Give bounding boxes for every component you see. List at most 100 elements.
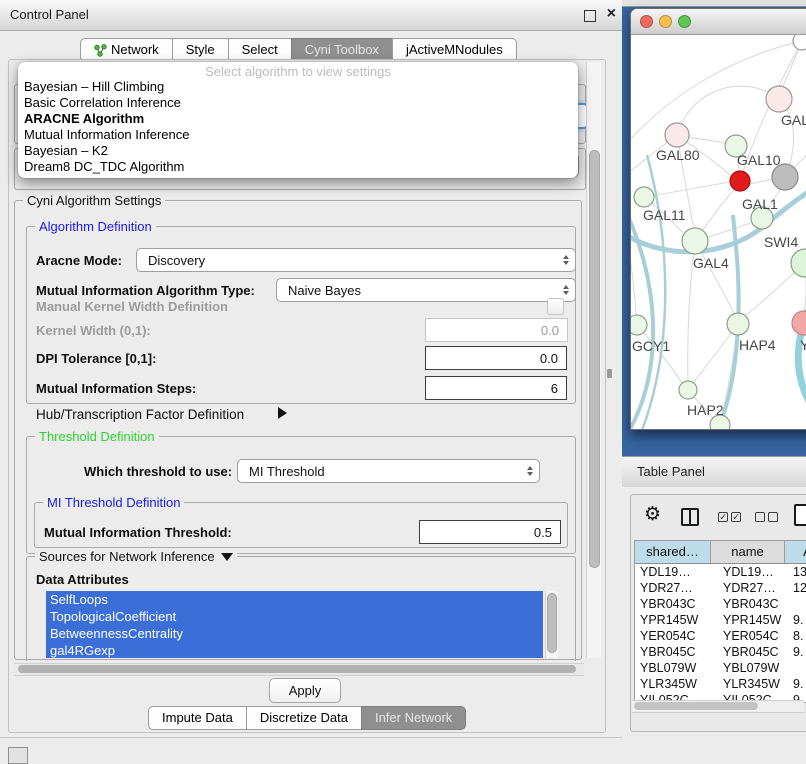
collapse-arrow-icon[interactable] — [221, 553, 233, 561]
network-node-hap4[interactable] — [727, 313, 749, 335]
attribute-item-betweennesscentrality[interactable]: BetweennessCentrality — [46, 625, 543, 642]
table-cell: 12 — [785, 580, 806, 596]
algorithm-option-bayesian-k2[interactable]: Bayesian – K2 — [18, 143, 578, 159]
select-all-checks-icon[interactable]: ✓✓ — [718, 512, 741, 522]
algorithm-option-mutual-information-inference[interactable]: Mutual Information Inference — [18, 127, 578, 143]
algorithm-option-dream8-dc-tdc-algorithm[interactable]: Dream8 DC_TDC Algorithm — [18, 159, 578, 175]
close-icon[interactable]: × — [607, 4, 616, 24]
network-node-gal11[interactable] — [634, 187, 654, 207]
network-node-label-gal11: GAL11 — [643, 207, 686, 223]
network-node[interactable] — [791, 249, 806, 277]
aracne-mode-combo[interactable]: Discovery — [136, 248, 576, 272]
cyni-algorithm-settings-title: Cyni Algorithm Settings — [23, 193, 165, 208]
sources-title-wrap: Sources for Network Inference — [35, 549, 237, 564]
panel-splitter-handle[interactable] — [607, 369, 612, 378]
deselect-all-checks-icon[interactable] — [755, 512, 778, 522]
table-horizontal-scrollbar[interactable] — [632, 700, 804, 713]
column-header-name[interactable]: name — [711, 541, 785, 563]
network-node-gal4[interactable] — [682, 228, 708, 254]
data-attributes-label: Data Attributes — [36, 572, 129, 587]
attributes-scrollbar[interactable] — [545, 591, 558, 658]
table-cell: YBR045C — [711, 644, 785, 660]
network-node-gcy1[interactable] — [631, 315, 647, 335]
data-attributes-list[interactable]: SelfLoopsTopologicalCoefficientBetweenne… — [46, 591, 543, 658]
sources-title: Sources for Network Inference — [39, 549, 215, 564]
traffic-light-zoom-icon[interactable] — [678, 15, 691, 28]
network-node-label-gal10: GAL10 — [737, 152, 781, 168]
algorithm-option-basic-correlation-inference[interactable]: Basic Correlation Inference — [18, 95, 578, 111]
table-cell: YBR043C — [635, 596, 711, 612]
network-node-gal1[interactable] — [730, 171, 750, 191]
traffic-light-close-icon[interactable] — [640, 15, 653, 28]
bottom-tab-discretize-data[interactable]: Discretize Data — [246, 706, 362, 730]
tab-label: Discretize Data — [260, 707, 348, 729]
manual-kernel-checkbox[interactable] — [547, 298, 564, 315]
tab-label: Impute Data — [162, 707, 233, 729]
mi-threshold-value: 0.5 — [534, 525, 552, 540]
network-node-label-gal80: GAL80 — [656, 147, 700, 163]
table-row-yer054c[interactable]: YER054CYER054C8. — [635, 628, 806, 644]
which-threshold-value: MI Threshold — [249, 464, 325, 479]
aracne-mode-label: Aracne Mode: — [36, 253, 122, 268]
mi-steps-value: 6 — [551, 381, 558, 396]
kernel-width-field[interactable]: 0.0 — [425, 318, 568, 342]
float-window-icon[interactable] — [584, 10, 596, 22]
algorithm-option-aracne-algorithm[interactable]: ARACNE Algorithm — [18, 111, 578, 127]
expand-arrow-icon[interactable] — [278, 406, 287, 424]
table-panel-title: Table Panel — [637, 464, 705, 479]
threshold-definition-title: Threshold Definition — [35, 429, 159, 444]
network-window-titlebar[interactable] — [631, 9, 806, 35]
which-threshold-combo[interactable]: MI Threshold — [237, 459, 540, 483]
bottom-left-panel-icon[interactable] — [8, 747, 28, 764]
algorithm-definition-title: Algorithm Definition — [35, 219, 156, 234]
kernel-width-label: Kernel Width (0,1): — [36, 323, 151, 338]
table-row-ypr145w[interactable]: YPR145WYPR145W9. — [635, 612, 806, 628]
network-node-gal[interactable] — [766, 86, 792, 112]
table-row-ydr27[interactable]: YDR27…YDR27…12 — [635, 580, 806, 596]
attribute-item-selfloops[interactable]: SelfLoops — [46, 591, 543, 608]
mi-type-combo[interactable]: Naive Bayes — [276, 278, 576, 302]
dpi-tolerance-field[interactable]: 0.0 — [425, 346, 567, 370]
table-row-ylr345w[interactable]: YLR345WYLR345W9. — [635, 676, 806, 692]
kernel-width-value: 0.0 — [541, 323, 559, 338]
table-row-ybr043c[interactable]: YBR043CYBR043C — [635, 596, 806, 612]
table-row-ydl19[interactable]: YDL19…YDL19…13 — [635, 564, 806, 580]
bottom-divider — [0, 737, 622, 738]
tab-label: jActiveMNodules — [406, 39, 503, 61]
control-panel: Control Panel × NetworkStyleSelectCyni T… — [0, 0, 622, 762]
bottom-tab-bar: Impute Data Discretize Data Infer Network — [148, 706, 466, 730]
columns-icon[interactable] — [681, 508, 699, 526]
network-node-gal80[interactable] — [665, 123, 689, 147]
apply-button[interactable]: Apply — [269, 678, 341, 703]
new-table-icon[interactable] — [794, 504, 806, 526]
gear-icon[interactable]: ⚙ — [644, 505, 661, 524]
column-header-shared[interactable]: shared… — [635, 541, 711, 563]
settings-horizontal-scrollbar[interactable] — [14, 663, 584, 676]
network-node-label-gal4: GAL4 — [693, 255, 729, 271]
table-cell — [785, 660, 806, 676]
network-node-hap2[interactable] — [679, 381, 697, 399]
network-node-label-hap2: HAP2 — [687, 402, 724, 418]
settings-vertical-scrollbar[interactable] — [586, 62, 601, 658]
attribute-item-gal4rgexp[interactable]: gal4RGexp — [46, 642, 543, 658]
traffic-light-minimize-icon[interactable] — [659, 15, 672, 28]
table-cell: 8. — [785, 628, 806, 644]
column-header-a[interactable]: A — [785, 541, 806, 563]
network-node[interactable] — [793, 35, 806, 50]
mi-threshold-field[interactable]: 0.5 — [419, 520, 561, 544]
manual-kernel-label: Manual Kernel Width Definition — [36, 299, 228, 314]
mi-steps-field[interactable]: 6 — [425, 376, 567, 400]
table-row-ybl079w[interactable]: YBL079WYBL079W — [635, 660, 806, 676]
table-cell: YDR27… — [711, 580, 785, 596]
network-node-label-gcy1: GCY1 — [632, 338, 670, 354]
bottom-tab-infer-network[interactable]: Infer Network — [361, 706, 466, 730]
network-node-y[interactable] — [792, 311, 806, 335]
table-cell: YDL19… — [635, 564, 711, 580]
table-row-ybr045c[interactable]: YBR045CYBR045C9. — [635, 644, 806, 660]
attribute-item-topologicalcoefficient[interactable]: TopologicalCoefficient — [46, 608, 543, 625]
node-table: shared…nameA YDL19…YDL19…13YDR27…YDR27…1… — [634, 540, 806, 703]
network-node-label-hap4: HAP4 — [739, 337, 776, 353]
bottom-tab-impute-data[interactable]: Impute Data — [148, 706, 247, 730]
algorithm-option-bayesian-hill-climbing[interactable]: Bayesian – Hill Climbing — [18, 79, 578, 95]
network-canvas[interactable]: GALGAL80GAL10GAL1GAL11SWI4GAL4GCY1HAP4YH… — [631, 35, 806, 429]
